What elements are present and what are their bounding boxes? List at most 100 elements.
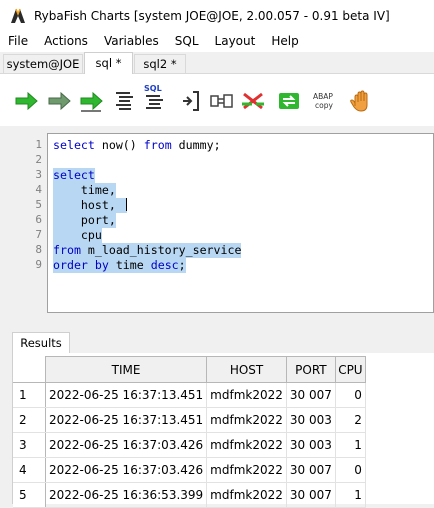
sql-keyword: order by xyxy=(53,258,109,272)
results-table: TIME HOST PORT CPU 1 2022-06-25 16:37:13.… xyxy=(13,356,366,508)
abap-copy-icon: ABAP copy xyxy=(313,92,333,110)
column-header-port[interactable]: PORT xyxy=(285,356,336,383)
run-statement-alt-button[interactable] xyxy=(45,86,75,116)
table-row[interactable]: 3 2022-06-25 16:37:03.426 mdfmk2022 30 003 1 xyxy=(13,432,366,458)
indent-button[interactable] xyxy=(176,86,206,116)
sql-text: now() xyxy=(94,138,144,152)
cell-cpu[interactable]: 0 xyxy=(335,457,366,483)
run-all-button[interactable] xyxy=(77,86,107,116)
cell-host[interactable]: mdfmk2022 xyxy=(206,432,287,458)
menu-actions[interactable]: Actions xyxy=(36,31,96,52)
connect-button[interactable] xyxy=(207,86,237,116)
menu-bar: File Actions Variables SQL Layout Help xyxy=(0,31,434,52)
cell-host[interactable]: mdfmk2022 xyxy=(206,407,287,433)
hand-stop-icon xyxy=(350,90,368,112)
cell-port[interactable]: 30 003 xyxy=(286,432,336,458)
menu-help[interactable]: Help xyxy=(263,31,306,52)
row-number[interactable]: 4 xyxy=(13,457,46,483)
sql-format-icon: SQL xyxy=(144,84,163,109)
cell-host[interactable]: mdfmk2022 xyxy=(206,382,287,408)
run-arrow-green-icon xyxy=(15,91,38,111)
code-text: host, xyxy=(53,198,127,213)
stop-button[interactable] xyxy=(346,86,376,116)
svg-text:copy: copy xyxy=(315,101,333,110)
table-header-row: TIME HOST PORT CPU xyxy=(13,356,366,383)
sql-keyword: from xyxy=(53,243,81,257)
column-header-cpu[interactable]: CPU xyxy=(334,356,366,383)
code-text: select now() from dummy; xyxy=(53,138,221,153)
connect-plug-icon xyxy=(210,94,233,108)
cell-time[interactable]: 2022-06-25 16:37:03.426 xyxy=(45,457,208,483)
sql-text: time, xyxy=(53,183,116,197)
sql-editor[interactable]: 1select now() from dummy;23select4 time,… xyxy=(47,133,434,313)
fish-logo-icon xyxy=(11,8,25,23)
cell-time[interactable]: 2022-06-25 16:37:13.451 xyxy=(45,407,208,433)
run-all-arrow-icon xyxy=(80,91,103,112)
format-text-icon xyxy=(116,92,133,110)
code-text: select xyxy=(53,168,95,183)
column-header-time[interactable]: TIME xyxy=(44,356,208,383)
line-number: 9 xyxy=(35,258,42,271)
menu-file[interactable]: File xyxy=(0,31,36,52)
menu-variables[interactable]: Variables xyxy=(96,31,167,52)
line-number: 4 xyxy=(35,183,42,196)
title-bar: RybaFish Charts [system JOE@JOE, 2.00.05… xyxy=(0,0,434,31)
format-button[interactable] xyxy=(110,86,140,116)
run-statement-button[interactable] xyxy=(12,86,42,116)
sql-format-button[interactable]: SQL xyxy=(141,82,171,112)
table-row[interactable]: 1 2022-06-25 16:37:13.451 mdfmk2022 30 007 0 xyxy=(13,382,366,408)
refresh-green-icon xyxy=(279,93,299,109)
cell-port[interactable]: 30 007 xyxy=(286,382,336,408)
disconnect-button[interactable] xyxy=(238,86,268,116)
table-row[interactable]: 4 2022-06-25 16:37:03.426 mdfmk2022 30 007 0 xyxy=(13,457,366,483)
tab-results[interactable]: Results xyxy=(12,332,70,354)
sql-keyword: from xyxy=(143,138,172,152)
cell-cpu[interactable]: 0 xyxy=(335,382,366,408)
cell-time[interactable]: 2022-06-25 16:37:13.451 xyxy=(45,382,208,408)
table-row[interactable]: 2 2022-06-25 16:37:13.451 mdfmk2022 30 003 2 xyxy=(13,407,366,433)
line-number: 2 xyxy=(35,153,42,166)
column-header-host[interactable]: HOST xyxy=(206,356,287,383)
cell-cpu[interactable]: 2 xyxy=(335,407,366,433)
line-number: 6 xyxy=(35,213,42,226)
run-arrow-gray-icon xyxy=(48,91,71,111)
row-number[interactable]: 3 xyxy=(13,432,46,458)
menu-layout[interactable]: Layout xyxy=(207,31,264,52)
row-number[interactable]: 1 xyxy=(13,382,46,408)
refresh-button[interactable] xyxy=(274,86,304,116)
line-number: 3 xyxy=(35,168,42,181)
row-number[interactable]: 2 xyxy=(13,407,46,433)
sql-text: port, xyxy=(53,213,116,227)
cell-time[interactable]: 2022-06-25 16:37:03.426 xyxy=(45,432,208,458)
cell-port[interactable]: 30 003 xyxy=(286,407,336,433)
code-text: order by time desc; xyxy=(53,258,186,273)
tab-bar: system@JOE sql * sql2 * xyxy=(0,52,434,74)
row-number-header xyxy=(13,356,46,383)
sql-text: dummy; xyxy=(171,138,221,152)
abap-copy-button[interactable]: ABAP copy xyxy=(311,86,345,116)
sql-keyword: desc xyxy=(150,258,179,272)
results-grid: TIME HOST PORT CPU 1 2022-06-25 16:37:13.… xyxy=(12,353,434,508)
code-text: port, xyxy=(53,213,116,228)
svg-text:ABAP: ABAP xyxy=(313,92,333,101)
menu-sql[interactable]: SQL xyxy=(167,31,207,52)
sql-text: time xyxy=(108,258,151,272)
code-text: time, xyxy=(53,183,116,198)
tab-sql2[interactable]: sql2 * xyxy=(134,54,186,73)
text-caret xyxy=(125,198,127,211)
cell-port[interactable]: 30 007 xyxy=(286,457,336,483)
sql-keyword: select xyxy=(53,168,95,182)
cell-cpu[interactable]: 1 xyxy=(335,432,366,458)
results-tab-bar: Results xyxy=(0,328,434,354)
sql-text: ; xyxy=(178,258,186,272)
tab-sql[interactable]: sql * xyxy=(84,52,133,74)
svg-text:SQL: SQL xyxy=(144,84,162,93)
line-number: 5 xyxy=(35,198,42,211)
bracket-indent-icon xyxy=(183,91,199,111)
cell-host[interactable]: mdfmk2022 xyxy=(206,457,287,483)
toolbar: SQL ABAP copy xyxy=(0,74,434,126)
code-text: from m_load_history_service xyxy=(53,243,242,258)
sql-keyword: select xyxy=(53,138,95,152)
line-number: 7 xyxy=(35,228,42,241)
tab-system-joe[interactable]: system@JOE xyxy=(3,54,83,73)
